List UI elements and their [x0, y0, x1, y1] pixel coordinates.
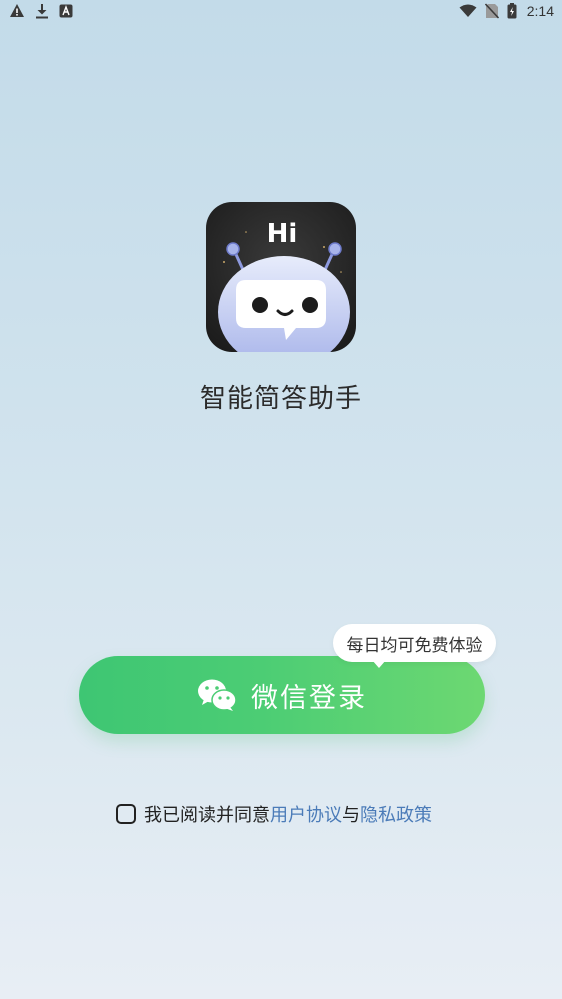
wechat-login-button[interactable]: 微信登录	[79, 656, 485, 734]
logo-hi-text: Hi	[267, 219, 298, 249]
battery-icon	[507, 3, 517, 19]
status-time: 2:14	[526, 3, 554, 19]
agreement-prefix: 我已阅读并同意	[144, 805, 270, 826]
login-button-content: 微信登录	[197, 676, 367, 715]
agreement-conjunction: 与	[342, 805, 360, 826]
tooltip-tail	[372, 660, 386, 668]
wechat-icon	[197, 678, 237, 712]
status-left-icons	[9, 3, 73, 19]
agreement-row: 我已阅读并同意 用户协议与隐私政策	[116, 801, 432, 827]
login-button-label: 微信登录	[251, 682, 367, 714]
wifi-icon	[459, 4, 477, 18]
warning-icon	[9, 3, 25, 19]
privacy-policy-link[interactable]: 隐私政策	[360, 801, 432, 827]
download-icon	[35, 3, 49, 19]
status-bar: 2:14	[0, 0, 562, 24]
status-right-icons: 2:14	[459, 3, 554, 19]
no-sim-icon	[484, 3, 499, 19]
user-agreement-link[interactable]: 用户协议	[270, 801, 342, 827]
app-logo: Hi	[206, 202, 356, 352]
app-name: 智能简答助手	[199, 384, 362, 414]
app-a-icon	[59, 4, 73, 18]
agreement-checkbox[interactable]	[116, 804, 136, 824]
free-trial-tooltip: 每日均可免费体验	[333, 624, 496, 662]
